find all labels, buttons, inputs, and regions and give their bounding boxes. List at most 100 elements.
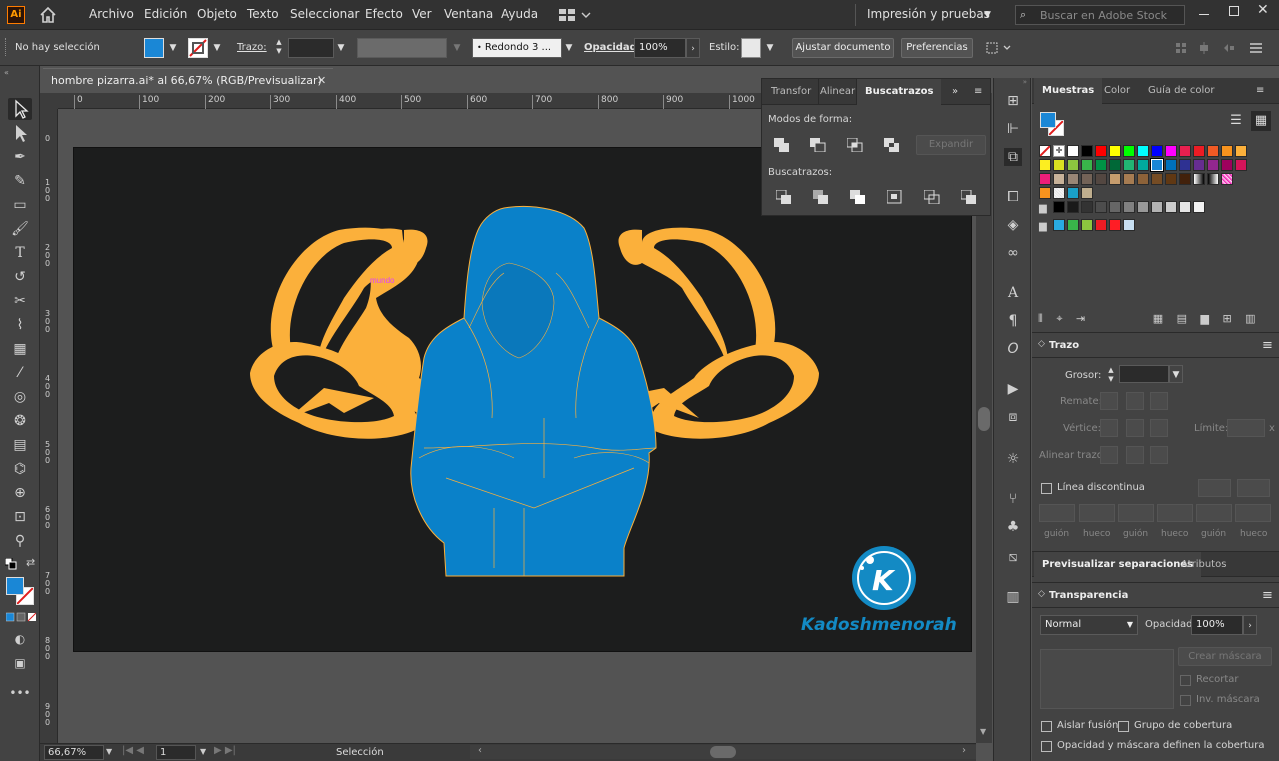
direct-selection-tool-icon[interactable] [8,122,32,144]
scroll-right-arrow[interactable]: › [962,745,966,756]
pen-tool-icon[interactable]: ✒ [8,146,32,168]
make-mask-button[interactable]: Crear máscara [1178,647,1272,666]
close-button[interactable]: ✕ [1257,2,1269,18]
minus-front-icon[interactable] [810,138,826,153]
brush-dropdown[interactable]: ▼ [562,38,576,58]
horizontal-scrollbar[interactable]: ‹ › [470,745,976,759]
toolbar-fill-swatch[interactable] [6,577,24,595]
divide-icon[interactable] [775,189,792,204]
bevel-join-icon[interactable] [1150,419,1168,437]
color-mode-icons[interactable] [5,612,37,622]
gap-field[interactable] [1235,504,1271,522]
gap-field[interactable] [1079,504,1115,522]
transparency-menu-icon[interactable]: ≡ [1262,588,1273,603]
stroke-dropdown[interactable]: ▼ [210,38,224,58]
gap-field[interactable] [1157,504,1193,522]
swap-colors-icon[interactable]: ⇄ [26,556,35,569]
transparency-opacity-field[interactable]: 100% [1191,615,1243,635]
stroke-weight-stepper[interactable]: ▲ ▼ [272,38,286,58]
transparency-opacity-arrow[interactable]: › [1243,615,1257,635]
css-panel-icon[interactable]: ⧈ [1004,408,1022,426]
warp-tool-icon[interactable]: ⌇ [8,314,32,336]
unite-icon[interactable] [774,138,790,152]
minimize-button[interactable] [1199,14,1209,15]
swatches-fill[interactable] [1040,112,1056,128]
artboard[interactable]: mundo K Kadoshmenorah [73,147,972,652]
brush-field[interactable]: • Redondo 3 ... [472,38,562,58]
chevron-down-icon[interactable]: ▼ [984,10,991,20]
tab-pathfinder[interactable]: Buscatrazos [856,79,942,105]
stroke-label[interactable]: Trazo: [237,42,267,53]
dash-field[interactable] [1196,504,1232,522]
first-page-icon[interactable]: |◀ ◀ [122,745,144,756]
tab-align[interactable]: Alinear [818,79,855,105]
opentype-panel-icon[interactable]: O [1004,340,1022,358]
tab-color-guide[interactable]: Guía de color [1140,78,1222,104]
stroke-swatch[interactable] [188,38,208,58]
style-dropdown[interactable]: ▼ [763,38,777,58]
opacity-arrow[interactable]: › [686,38,700,58]
symbols-panel-icon[interactable]: ♣ [1004,518,1022,536]
style-swatch[interactable] [741,38,761,58]
weight-dropdown[interactable]: ▼ [1169,365,1183,383]
fill-swatch[interactable] [144,38,164,58]
swatch-library-icons[interactable]: ⦀ ⌖ ⇥ ▦ ▤ ▆ ⊞ ▥ [1038,312,1268,326]
list-view-icon[interactable]: ☰ [1226,111,1246,131]
paintbrush-tool-icon[interactable]: 🖌 [8,218,32,240]
opacity-label[interactable]: Opacidad: [584,42,641,53]
last-page-icon[interactable]: ▶ ▶| [214,745,236,756]
trim-icon[interactable] [813,190,829,204]
home-icon[interactable] [38,6,58,24]
gradient-tool-icon[interactable]: ▦ [8,338,32,360]
blend-tool-icon[interactable]: ◎ [8,386,32,408]
page-dropdown-icon[interactable]: ▼ [200,747,206,756]
dashed-line-checkbox[interactable] [1041,483,1052,494]
collapse-icon[interactable]: ◇ [1038,589,1045,599]
miter-join-icon[interactable] [1100,419,1118,437]
panel-expand-icon[interactable]: » [952,79,958,105]
stroke-weight-dropdown[interactable]: ▼ [334,38,348,58]
selection-tool-icon[interactable] [8,98,32,120]
fill-dropdown[interactable]: ▼ [166,38,180,58]
grid-view-icon[interactable]: ▦ [1251,111,1271,131]
character-panel-icon[interactable]: A [1004,284,1022,302]
panel-menu-icon[interactable]: ≡ [974,79,982,105]
scroll-left-arrow[interactable]: ‹ [478,745,482,756]
zoom-tool-icon[interactable]: ⚲ [8,530,32,552]
document-tab[interactable]: hombre pizarra.ai* al 66,67% (RGB/Previs… [43,68,333,92]
swatch-grid[interactable]: ✛ ▆ ▆ [1039,145,1251,235]
menu-objeto[interactable]: Objeto [197,7,237,21]
intersect-icon[interactable] [846,137,863,153]
tab-attributes[interactable]: Atributos [1173,552,1234,578]
screen-mode-icon[interactable]: ▣ [8,652,32,674]
rectangle-tool-icon[interactable]: ▭ [8,194,32,216]
shape-builder-tool-icon[interactable]: ⊕ [8,482,32,504]
paragraph-panel-icon[interactable]: ¶ [1004,312,1022,330]
variable-width-profile[interactable] [357,38,447,58]
knockout-group-checkbox[interactable] [1118,721,1129,732]
weight-stepper[interactable]: ▲ ▼ [1104,366,1118,384]
menu-ayuda[interactable]: Ayuda [501,7,538,21]
menu-ver[interactable]: Ver [412,7,432,21]
align-panel-icon[interactable]: ⊩ [1004,120,1022,138]
swatches-menu-icon[interactable]: ≡ [1256,78,1264,104]
expand-button[interactable]: Expandir [916,135,986,155]
collapse-icon[interactable]: ◇ [1038,339,1045,349]
symbol-sprayer-tool-icon[interactable]: ❂ [8,410,32,432]
perspective-tool-icon[interactable]: ⌬ [8,458,32,480]
ruler-origin[interactable] [40,93,58,109]
curvature-tool-icon[interactable]: ✎ [8,170,32,192]
clip-checkbox[interactable] [1180,675,1191,686]
zoom-field[interactable]: 66,67% [44,745,104,760]
dash-field[interactable] [1118,504,1154,522]
outline-icon[interactable] [923,189,940,205]
projecting-cap-icon[interactable] [1150,392,1168,410]
limit-field[interactable] [1227,419,1265,437]
invert-mask-checkbox[interactable] [1180,695,1191,706]
artwork[interactable]: mundo K Kadoshmenorah [74,148,973,653]
arrange-documents-icon[interactable] [558,8,592,22]
tab-swatches[interactable]: Muestras [1034,78,1103,104]
dash-preserve-icon[interactable] [1198,479,1231,497]
dash-align-icon[interactable] [1237,479,1270,497]
stroke-weight-field[interactable] [288,38,334,58]
